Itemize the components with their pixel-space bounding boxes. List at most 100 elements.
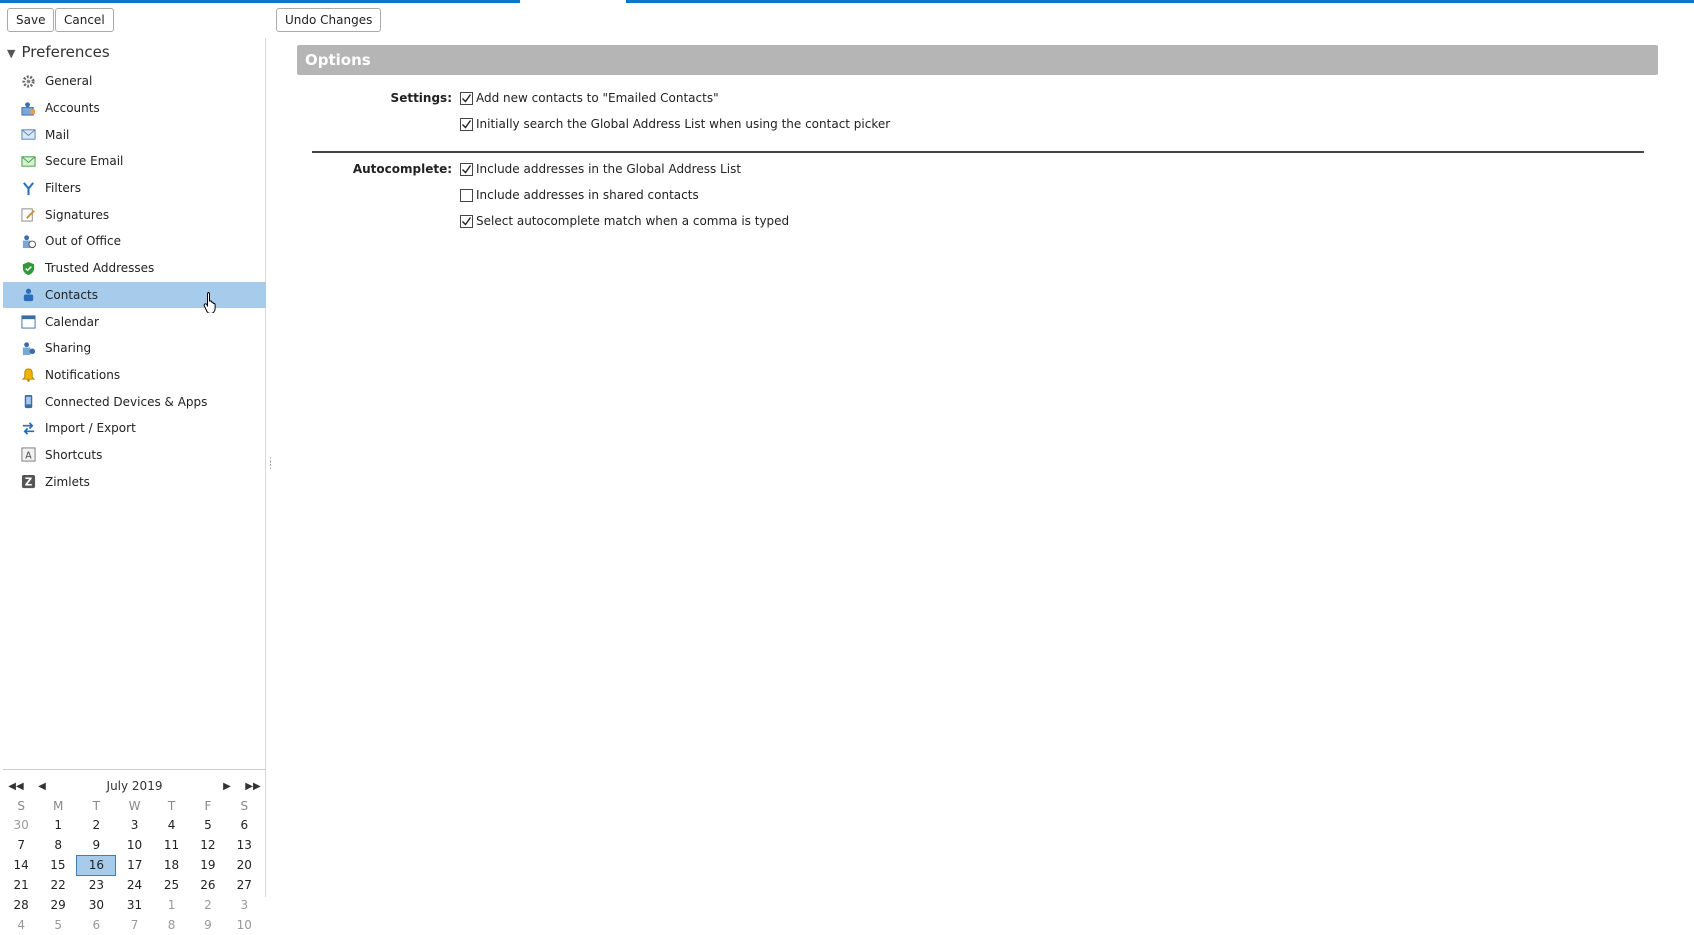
sidebar-item-label: Notifications: [45, 367, 121, 382]
sidebar-item-connected-devices-apps[interactable]: Connected Devices & Apps: [3, 388, 266, 415]
checkbox[interactable]: [460, 214, 473, 228]
sidebar-item-zimlets[interactable]: Z Zimlets: [3, 468, 266, 495]
calendar-day[interactable]: 5: [39, 915, 77, 935]
mini-calendar: ◀◀ ◀ July 2019 ▶ ▶▶ SMTWTFS 30 1 2 3 4 5 6 7 8 9 1…: [3, 769, 266, 935]
next-month-icon[interactable]: ▶: [214, 781, 240, 792]
signature-icon: [20, 207, 36, 223]
calendar-day-today[interactable]: 16: [76, 854, 117, 876]
sidebar-splitter[interactable]: ⋮ ⋮: [266, 458, 275, 476]
preferences-nav-list: General Accounts Mail Secure Email Filters Si…: [3, 68, 266, 495]
calendar-day[interactable]: 29: [39, 895, 77, 915]
calendar-day[interactable]: 31: [116, 895, 154, 915]
calendar-day[interactable]: 19: [190, 855, 226, 875]
weekday-header: S: [240, 798, 249, 813]
save-button[interactable]: Save: [7, 8, 55, 32]
calendar-day[interactable]: 4: [153, 815, 189, 835]
calendar-day[interactable]: 4: [3, 915, 39, 935]
calendar-day[interactable]: 8: [153, 915, 189, 935]
calendar-day[interactable]: 10: [226, 915, 262, 935]
sidebar-item-secure-email[interactable]: Secure Email: [3, 148, 266, 175]
calendar-day[interactable]: 13: [226, 835, 262, 855]
calendar-day[interactable]: 20: [226, 855, 262, 875]
sidebar-item-mail[interactable]: Mail: [3, 121, 266, 148]
sidebar-item-label: Trusted Addresses: [45, 261, 155, 276]
sidebar-item-accounts[interactable]: Accounts: [3, 95, 266, 122]
calendar-day[interactable]: 10: [116, 835, 154, 855]
sidebar-item-import-export[interactable]: Import / Export: [3, 415, 266, 442]
calendar-day[interactable]: 11: [153, 835, 189, 855]
mini-calendar-title[interactable]: July 2019: [55, 779, 214, 793]
calendar-day[interactable]: 26: [190, 875, 226, 895]
calendar-day[interactable]: 17: [116, 855, 154, 875]
zimlet-icon: Z: [20, 474, 36, 490]
calendar-day[interactable]: 1: [39, 815, 77, 835]
checkbox-label[interactable]: Initially search the Global Address List…: [476, 117, 890, 131]
calendar-day[interactable]: 3: [116, 815, 154, 835]
sidebar-item-sharing[interactable]: Sharing: [3, 335, 266, 362]
sidebar-item-contacts[interactable]: Contacts: [3, 281, 266, 309]
sidebar-item-label: Filters: [45, 181, 81, 196]
calendar-day[interactable]: 14: [3, 855, 39, 875]
calendar-week-row: 7 8 9 10 11 12 13: [3, 835, 263, 855]
previous-year-icon[interactable]: ◀◀: [3, 781, 29, 792]
calendar-day[interactable]: 9: [77, 835, 116, 855]
calendar-day[interactable]: 30: [77, 895, 116, 915]
calendar-day[interactable]: 9: [190, 915, 226, 935]
sidebar-item-out-of-office[interactable]: Out of Office: [3, 228, 266, 255]
checkbox[interactable]: [460, 91, 473, 105]
sidebar-item-calendar[interactable]: Calendar: [3, 308, 266, 335]
calendar-day[interactable]: 27: [226, 875, 262, 895]
calendar-day[interactable]: 6: [226, 815, 262, 835]
checkbox[interactable]: [460, 117, 473, 131]
calendar-day[interactable]: 5: [190, 815, 226, 835]
weekday-header: T: [167, 798, 176, 813]
sidebar-item-label: Accounts: [45, 101, 100, 116]
calendar-day[interactable]: 23: [77, 875, 116, 895]
previous-month-icon[interactable]: ◀: [29, 781, 55, 792]
calendar-day[interactable]: 6: [77, 915, 116, 935]
calendar-day[interactable]: 25: [153, 875, 189, 895]
checkbox-label[interactable]: Include addresses in shared contacts: [476, 188, 699, 202]
checkbox-label[interactable]: Include addresses in the Global Address …: [476, 162, 741, 176]
out-of-office-icon: [20, 233, 36, 249]
calendar-day[interactable]: 21: [3, 875, 39, 895]
calendar-day[interactable]: 22: [39, 875, 77, 895]
checkbox[interactable]: [460, 162, 473, 176]
sidebar-item-notifications[interactable]: Notifications: [3, 362, 266, 389]
preferences-tree-header[interactable]: ▼ Preferences: [7, 43, 110, 61]
shield-icon: [20, 260, 36, 276]
calendar-day[interactable]: 15: [39, 855, 77, 875]
calendar-day[interactable]: 28: [3, 895, 39, 915]
sidebar-item-general[interactable]: General: [3, 68, 266, 95]
weekday-header: M: [53, 798, 64, 813]
calendar-day[interactable]: 12: [190, 835, 226, 855]
calendar-day[interactable]: 18: [153, 855, 189, 875]
collapse-triangle-icon[interactable]: ▼: [7, 47, 15, 60]
mini-calendar-nav: ◀◀ ◀ July 2019 ▶ ▶▶: [3, 776, 266, 796]
sidebar-item-signatures[interactable]: Signatures: [3, 201, 266, 228]
calendar-day[interactable]: 2: [190, 895, 226, 915]
calendar-day[interactable]: 24: [116, 875, 154, 895]
calendar-day[interactable]: 7: [116, 915, 154, 935]
calendar-day[interactable]: 8: [39, 835, 77, 855]
calendar-week-row: 21 22 23 24 25 26 27: [3, 875, 263, 895]
calendar-day[interactable]: 2: [77, 815, 116, 835]
checkbox[interactable]: [460, 188, 473, 202]
checkbox-label[interactable]: Add new contacts to "Emailed Contacts": [476, 91, 719, 105]
sidebar-item-label: Out of Office: [45, 234, 121, 249]
calendar-day[interactable]: 30: [3, 815, 39, 835]
calendar-day[interactable]: 7: [3, 835, 39, 855]
cancel-button[interactable]: Cancel: [55, 8, 114, 32]
sidebar-item-label: Shortcuts: [45, 447, 103, 462]
sidebar-item-filters[interactable]: Filters: [3, 175, 266, 202]
device-icon: [20, 394, 36, 410]
next-year-icon[interactable]: ▶▶: [240, 781, 266, 792]
calendar-day[interactable]: 1: [153, 895, 189, 915]
sidebar-item-shortcuts[interactable]: A Shortcuts: [3, 442, 266, 469]
calendar-week-row: 14 15 16 17 18 19 20: [3, 854, 263, 876]
undo-changes-button[interactable]: Undo Changes: [276, 8, 382, 32]
calendar-day[interactable]: 3: [226, 895, 262, 915]
preferences-title: Preferences: [21, 43, 110, 61]
sidebar-item-trusted-addresses[interactable]: Trusted Addresses: [3, 255, 266, 282]
checkbox-label[interactable]: Select autocomplete match when a comma i…: [476, 214, 789, 228]
